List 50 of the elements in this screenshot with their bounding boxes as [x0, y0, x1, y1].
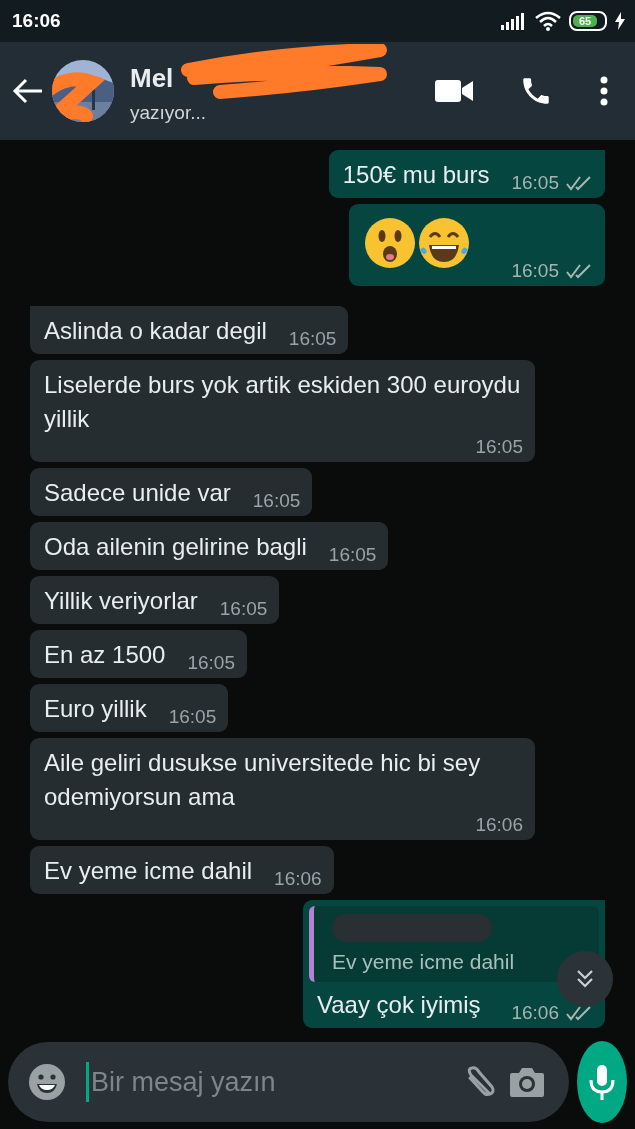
- more-options-icon[interactable]: [599, 76, 609, 106]
- message-text: Ev yeme icme dahil: [44, 856, 253, 886]
- quoted-text: Ev yeme icme dahil: [332, 950, 516, 974]
- message-text: En az 1500: [44, 640, 166, 670]
- received-message-bubble[interactable]: Ev yeme icme dahil 16:06: [30, 846, 334, 894]
- message-text: Aile geliri dusukse universitede hic bi sey odemiyorsun ama: [44, 748, 482, 812]
- sent-message-bubble[interactable]: 16:05: [349, 204, 605, 286]
- video-call-icon[interactable]: [435, 78, 473, 104]
- received-message-bubble[interactable]: Sadece unide var 16:05: [30, 468, 313, 516]
- message-text: Liselerde burs yok artik eskiden 300 euroydu yillik: [44, 370, 522, 434]
- message-time: 16:06: [274, 868, 322, 890]
- received-message-bubble[interactable]: Euro yillik 16:05: [30, 684, 229, 732]
- message-text: Sadece unide var: [44, 478, 231, 508]
- message-text: Oda ailenin gelirine bagli: [44, 532, 307, 562]
- quoted-message[interactable]: Ev yeme icme dahil: [309, 906, 599, 982]
- contact-name: Mel: [130, 62, 174, 94]
- message-time: 16:05: [288, 328, 337, 350]
- received-message-bubble[interactable]: Aslinda o kadar degil 16:05: [30, 306, 349, 354]
- received-message-bubble[interactable]: Yillik veriyorlar 16:05: [30, 576, 280, 624]
- message-time: 16:05: [511, 172, 559, 194]
- message-text: Euro yillik: [44, 694, 147, 724]
- message-text: Yillik veriyorlar: [44, 586, 198, 616]
- message-text: 150€ mu burs: [342, 160, 490, 190]
- message-text: Aslinda o kadar degil: [44, 316, 267, 346]
- battery-indicator: 65: [569, 11, 607, 31]
- signal-icon: [501, 12, 527, 30]
- message-time: 16:05: [252, 490, 301, 512]
- received-message-bubble[interactable]: Oda ailenin gelirine bagli 16:05: [30, 522, 389, 570]
- emoji-icon[interactable]: [28, 1063, 66, 1101]
- message-text: Vaay çok iyimiş: [317, 990, 481, 1020]
- camera-icon[interactable]: [509, 1066, 545, 1098]
- message-time: 16:05: [328, 544, 377, 566]
- received-message-bubble[interactable]: En az 1500 16:05: [30, 630, 247, 678]
- status-time: 16:06: [12, 10, 61, 32]
- message-time: 16:05: [219, 598, 268, 620]
- message-time: 16:05: [511, 260, 559, 282]
- message-time: 16:05: [475, 436, 523, 458]
- message-time: 16:05: [187, 652, 235, 674]
- sent-message-bubble[interactable]: 150€ mu burs 16:05: [328, 150, 605, 198]
- wifi-icon: [535, 11, 561, 31]
- message-time: 16:05: [168, 706, 217, 728]
- back-arrow-icon[interactable]: [12, 77, 44, 105]
- message-time: 16:06: [475, 814, 523, 836]
- microphone-icon: [587, 1063, 617, 1101]
- received-message-bubble[interactable]: Aile geliri dusukse universitede hic bi sey odemiyorsun ama 16:06: [30, 738, 535, 840]
- received-message-bubble[interactable]: Liselerde burs yok artik eskiden 300 euroydu yillik 16:05: [30, 360, 535, 462]
- composer-bar[interactable]: Bir mesaj yazın: [8, 1042, 569, 1122]
- typing-status: yazıyor...: [130, 102, 208, 124]
- sent-message-bubble[interactable]: Ev yeme icme dahil Vaay çok iyimiş 16:06: [303, 900, 605, 1028]
- message-time: 16:06: [511, 1002, 559, 1024]
